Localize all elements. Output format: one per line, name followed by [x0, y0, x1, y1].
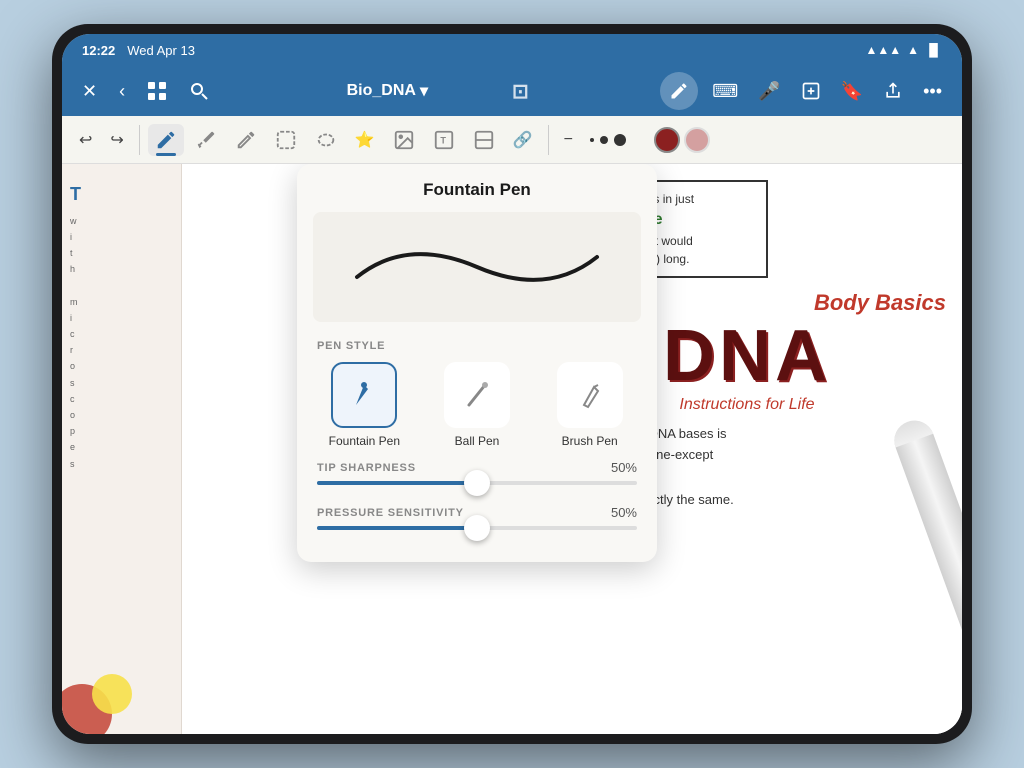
- eraser-button[interactable]: [188, 124, 224, 156]
- wifi-icon: ▲: [907, 43, 919, 57]
- stroke-preview: [313, 212, 641, 322]
- stroke-small[interactable]: [590, 138, 594, 142]
- left-text-lines: withmicroscopes: [70, 213, 169, 472]
- stroke-sizes: [590, 134, 626, 146]
- tip-sharpness-fill: [317, 481, 477, 485]
- brush-pen-style[interactable]: Brush Pen: [538, 362, 641, 448]
- doc-content: Fountain Pen PEN STYLE: [182, 164, 962, 734]
- keyboard-button[interactable]: ⌨: [706, 77, 744, 106]
- pen-styles-container: Fountain Pen Ball Pen: [297, 358, 657, 456]
- battery-icon: ▐▌: [925, 43, 942, 57]
- mic-button[interactable]: 🎤: [752, 77, 786, 106]
- left-deco: [62, 654, 181, 734]
- pressure-sensitivity-label: PRESSURE SENSITIVITY: [317, 507, 464, 519]
- nav-right: ⌨ 🎤 🔖 •••: [660, 72, 948, 110]
- brush-pen-svg: [572, 377, 608, 413]
- tip-sharpness-label: TIP SHARPNESS: [317, 462, 416, 474]
- pressure-sensitivity-value: 50%: [611, 505, 637, 520]
- pen-popup: Fountain Pen PEN STYLE: [297, 164, 657, 562]
- scan-button[interactable]: [466, 124, 502, 156]
- signal-icon: ▲▲▲: [865, 43, 901, 57]
- apple-pencil: [889, 415, 962, 673]
- close-button[interactable]: ✕: [76, 77, 103, 106]
- text-button[interactable]: T: [426, 124, 462, 156]
- fountain-pen-icon-box[interactable]: [331, 362, 397, 428]
- left-strip: T withmicroscopes: [62, 164, 182, 734]
- bookmark-button[interactable]: 🔖: [835, 77, 869, 106]
- tip-sharpness-section: TIP SHARPNESS 50%: [297, 456, 657, 485]
- fountain-pen-style[interactable]: Fountain Pen: [313, 362, 416, 448]
- tip-sharpness-track[interactable]: [317, 481, 637, 485]
- pressure-sensitivity-fill: [317, 526, 477, 530]
- toolbar-separator: [139, 125, 140, 155]
- status-bar: 12:22 Wed Apr 13 ▲▲▲ ▲ ▐▌: [62, 34, 962, 66]
- nav-title: Bio_DNA ▾ ⊡: [225, 79, 650, 104]
- toolbar: ↩ ↪: [62, 116, 962, 164]
- status-date: Wed Apr 13: [127, 43, 195, 58]
- dropdown-icon: ▾: [420, 81, 428, 101]
- pencil-top: [889, 415, 933, 447]
- left-text-content: T withmicroscopes: [62, 164, 177, 488]
- pressure-sensitivity-track[interactable]: [317, 526, 637, 530]
- main-area: T withmicroscopes Fountain Pen: [62, 164, 962, 734]
- layout-icon: ⊡: [512, 79, 529, 104]
- ball-pen-icon-box[interactable]: [444, 362, 510, 428]
- ipad-frame: 12:22 Wed Apr 13 ▲▲▲ ▲ ▐▌ ✕ ‹: [52, 24, 972, 744]
- stroke-large[interactable]: [614, 134, 626, 146]
- stroke-medium[interactable]: [600, 136, 608, 144]
- color-pink-swatch[interactable]: [684, 127, 710, 153]
- ball-pen-style-label: Ball Pen: [455, 434, 500, 448]
- fountain-pen-svg: [346, 377, 382, 413]
- brush-pen-icon-box[interactable]: [557, 362, 623, 428]
- grid-button[interactable]: [141, 77, 173, 105]
- ball-pen-style[interactable]: Ball Pen: [426, 362, 529, 448]
- undo-button[interactable]: ↩: [72, 125, 99, 155]
- stroke-svg: [327, 227, 627, 307]
- more-button[interactable]: •••: [917, 77, 948, 106]
- status-time: 12:22: [82, 43, 115, 58]
- fountain-pen-style-label: Fountain Pen: [329, 434, 400, 448]
- toolbar-separator-2: [548, 125, 549, 155]
- pressure-sensitivity-thumb[interactable]: [464, 515, 490, 541]
- add-page-button[interactable]: [795, 77, 827, 105]
- left-text-big: T: [70, 180, 169, 209]
- tip-sharpness-value: 50%: [611, 460, 637, 475]
- pressure-sensitivity-section: PRESSURE SENSITIVITY 50%: [297, 501, 657, 530]
- tip-sharpness-thumb[interactable]: [464, 470, 490, 496]
- status-icons: ▲▲▲ ▲ ▐▌: [865, 43, 942, 57]
- image-button[interactable]: [386, 124, 422, 156]
- pen-active-button[interactable]: [660, 72, 698, 110]
- lasso-button[interactable]: [308, 124, 344, 156]
- pen-style-label: PEN STYLE: [297, 330, 657, 358]
- pen-tool-button[interactable]: [148, 124, 184, 156]
- size-minus-button[interactable]: −: [557, 126, 580, 154]
- pen-popup-title: Fountain Pen: [297, 164, 657, 204]
- search-button[interactable]: [183, 77, 215, 105]
- ball-pen-svg: [459, 377, 495, 413]
- ipad-screen: 12:22 Wed Apr 13 ▲▲▲ ▲ ▐▌ ✕ ‹: [62, 34, 962, 734]
- redo-button[interactable]: ↪: [103, 125, 130, 155]
- color-dark-red-swatch[interactable]: [654, 127, 680, 153]
- star-button[interactable]: ⭐: [348, 125, 382, 155]
- back-button[interactable]: ‹: [113, 77, 131, 106]
- pencil-button[interactable]: [228, 124, 264, 156]
- share-button[interactable]: [877, 77, 909, 105]
- selection-button[interactable]: [268, 124, 304, 156]
- brush-pen-style-label: Brush Pen: [562, 434, 618, 448]
- svg-text:T: T: [440, 135, 446, 145]
- nav-bar: ✕ ‹ Bio_DNA ▾ ⊡: [62, 66, 962, 116]
- link-button[interactable]: 🔗: [506, 125, 540, 155]
